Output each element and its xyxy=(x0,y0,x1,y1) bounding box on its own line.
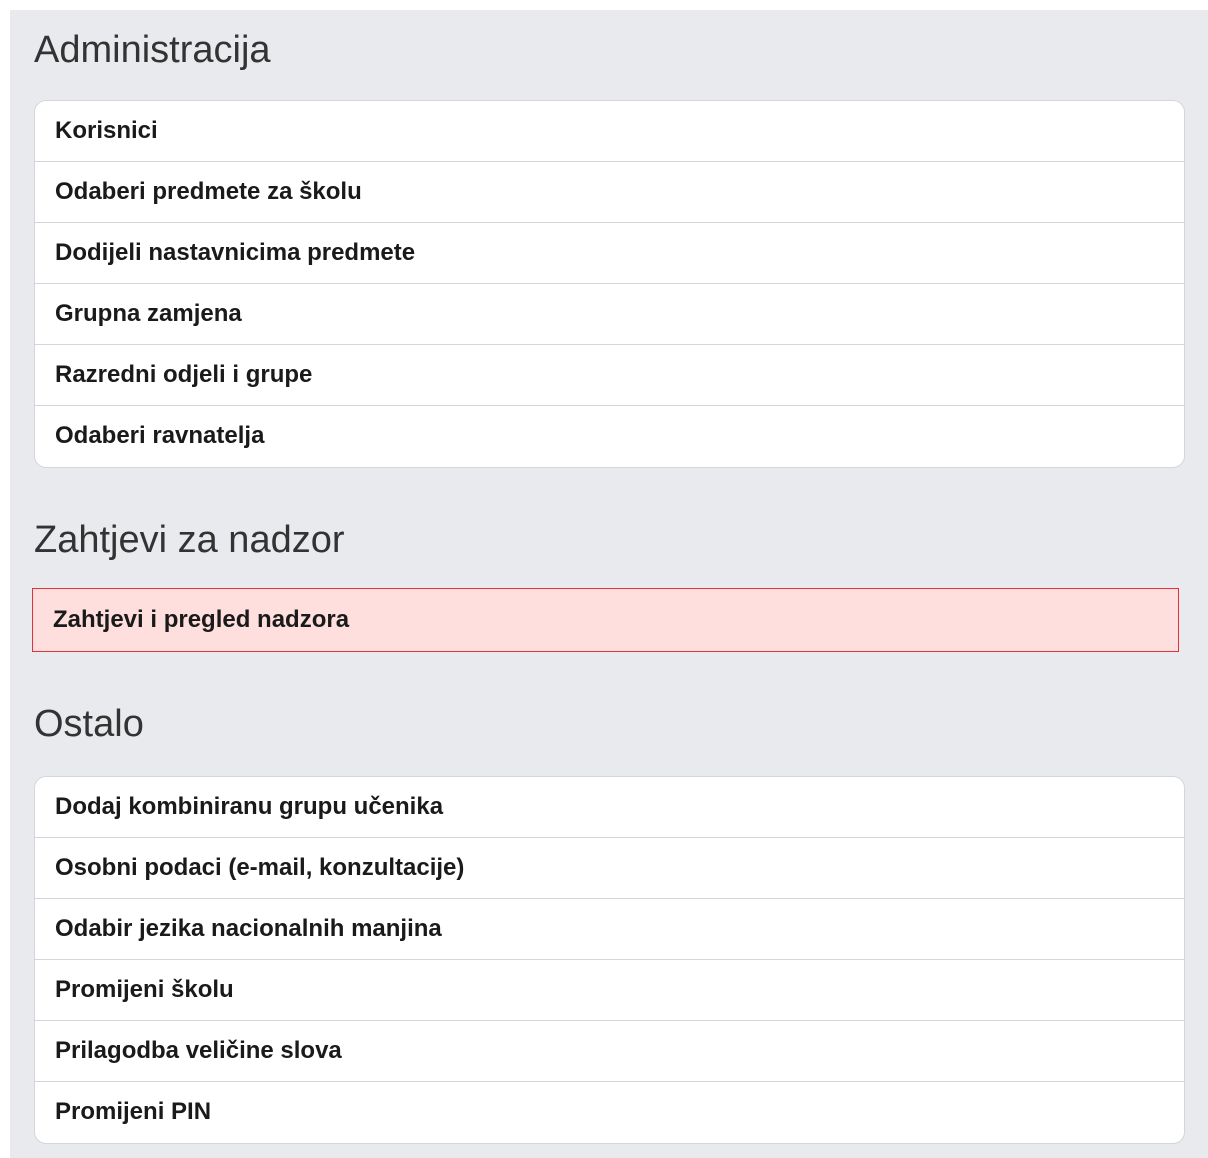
menu-item-odaberi-predmete[interactable]: Odaberi predmete za školu xyxy=(35,162,1184,223)
menu-item-grupna-zamjena[interactable]: Grupna zamjena xyxy=(35,284,1184,345)
section-title-ostalo: Ostalo xyxy=(34,703,144,745)
menu-item-promijeni-skolu[interactable]: Promijeni školu xyxy=(35,960,1184,1021)
menu-item-jezik-manjina[interactable]: Odabir jezika nacionalnih manjina xyxy=(35,899,1184,960)
menu-item-osobni-podaci[interactable]: Osobni podaci (e-mail, konzultacije) xyxy=(35,838,1184,899)
section-title-administracija: Administracija xyxy=(34,29,271,71)
menu-item-velicina-slova[interactable]: Prilagodba veličine slova xyxy=(35,1021,1184,1082)
menu-item-dodijeli-predmete[interactable]: Dodijeli nastavnicima predmete xyxy=(35,223,1184,284)
administracija-menu-list: Korisnici Odaberi predmete za školu Dodi… xyxy=(34,100,1185,468)
section-title-zahtjevi-za-nadzor: Zahtjevi za nadzor xyxy=(34,519,345,561)
menu-item-razredni-odjeli[interactable]: Razredni odjeli i grupe xyxy=(35,345,1184,406)
menu-item-korisnici[interactable]: Korisnici xyxy=(35,101,1184,162)
menu-item-kombinirana-grupa[interactable]: Dodaj kombiniranu grupu učenika xyxy=(35,777,1184,838)
settings-panel: Administracija Korisnici Odaberi predmet… xyxy=(10,10,1208,1158)
menu-item-zahtjevi-i-pregled-nadzora[interactable]: Zahtjevi i pregled nadzora xyxy=(32,588,1179,652)
zahtjevi-menu-list: Zahtjevi i pregled nadzora xyxy=(32,588,1185,652)
menu-item-odaberi-ravnatelja[interactable]: Odaberi ravnatelja xyxy=(35,406,1184,466)
ostalo-menu-list: Dodaj kombiniranu grupu učenika Osobni p… xyxy=(34,776,1185,1144)
menu-item-promijeni-pin[interactable]: Promijeni PIN xyxy=(35,1082,1184,1142)
